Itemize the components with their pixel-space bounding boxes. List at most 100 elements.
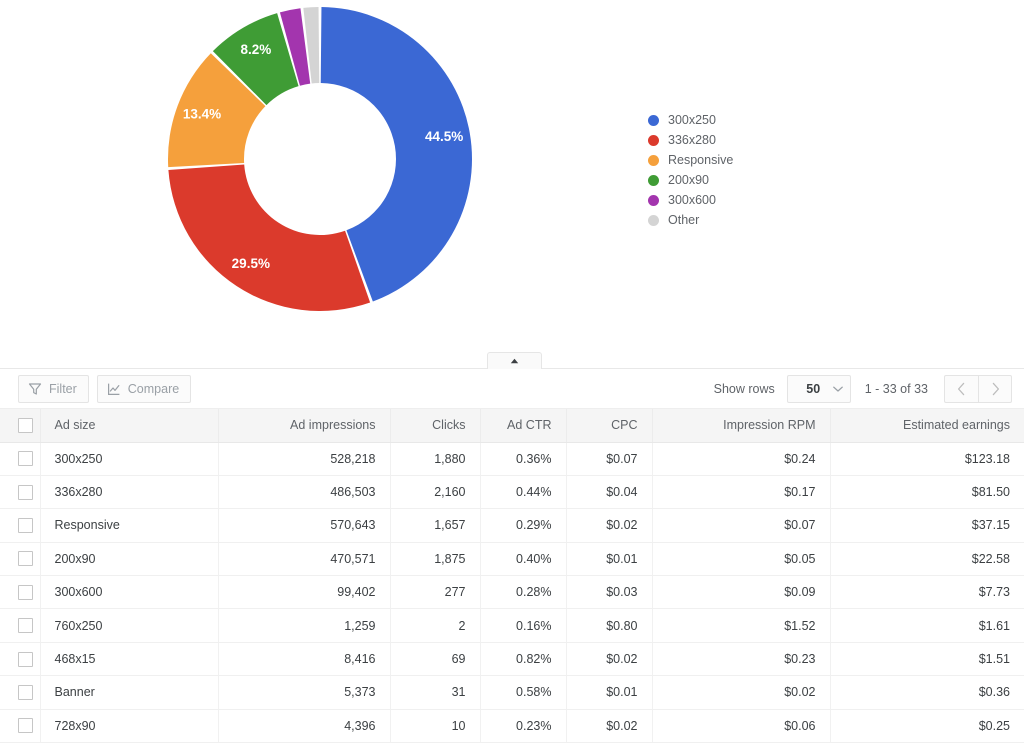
legend-item-2[interactable]: Responsive [648,150,733,170]
cell-ad-size: 300x600 [40,575,219,610]
row-checkbox[interactable] [18,451,33,467]
legend-item-4[interactable]: 300x600 [648,190,733,210]
cell-ad-impressions: 470,571 [218,542,391,577]
legend-color-swatch [648,214,659,226]
donut-chart-svg: 44.5% 29.5% 13.4% 8.2% [168,7,472,311]
table-row[interactable]: Banner 5,373 31 0.58% $0.01 $0.02 $0.36 [0,675,1024,710]
table-row[interactable]: Responsive 570,643 1,657 0.29% $0.02 $0.07 $37… [0,508,1024,543]
collapse-chart-tab[interactable] [487,352,542,369]
column-header-estimated-earnings[interactable]: Estimated earnings [830,409,1024,443]
chevron-down-icon [832,386,843,392]
cell-impression-rpm: $0.17 [652,475,831,510]
cell-cpc: $0.03 [566,575,653,610]
cell-ad-ctr: 0.16% [480,608,567,643]
table-header: Ad size Ad impressions Clicks Ad CTR CPC… [0,409,1024,443]
table-row[interactable]: 468x15 8,416 69 0.82% $0.02 $0.23 $1.51 [0,642,1024,677]
cell-estimated-earnings: $0.36 [830,675,1024,710]
legend-label: Other [668,213,700,227]
cell-ad-size: 760x250 [40,608,219,643]
cell-ad-impressions: 570,643 [218,508,391,543]
row-checkbox[interactable] [18,684,33,700]
cell-impression-rpm: $0.02 [652,675,831,710]
legend-label: 200x90 [668,173,710,187]
column-header-ad-size[interactable]: Ad size [40,409,219,443]
donut-slice-label: 13.4% [183,106,221,121]
table-row[interactable]: 200x90 470,571 1,875 0.40% $0.01 $0.05 $22.58 [0,542,1024,577]
cell-ad-impressions: 528,218 [218,442,391,476]
cell-clicks: 1,880 [390,442,481,476]
toolbar-left-group: Filter Compare [0,374,199,403]
row-checkbox[interactable] [18,584,33,600]
filter-button-label: Filter [49,381,77,396]
cell-ad-impressions: 486,503 [218,475,391,510]
compare-button[interactable]: Compare [96,374,192,403]
table-header-row: Ad size Ad impressions Clicks Ad CTR CPC… [0,409,1024,443]
report-table-panel: Filter Compare Show rows 50 1 - 33 of 33… [0,368,1024,745]
row-checkbox[interactable] [18,618,33,634]
cell-impression-rpm: $0.05 [652,542,831,577]
cell-clicks: 2 [390,608,481,643]
table-row[interactable]: 300x600 99,402 277 0.28% $0.03 $0.09 $7.73 [0,575,1024,610]
cell-ad-ctr: 0.44% [480,475,567,510]
table-row[interactable]: 300x250 528,218 1,880 0.36% $0.07 $0.24 $123.1… [0,442,1024,476]
row-select-cell [0,442,41,476]
cell-ad-ctr: 0.23% [480,709,567,744]
donut-slice[interactable] [168,164,371,311]
legend-label: 300x250 [668,113,716,127]
cell-impression-rpm: $0.07 [652,508,831,543]
legend-item-3[interactable]: 200x90 [648,170,733,190]
column-header-clicks[interactable]: Clicks [390,409,481,443]
toolbar-right-group: Show rows 50 1 - 33 of 33 [714,369,1012,409]
cell-clicks: 31 [390,675,481,710]
legend-item-1[interactable]: 336x280 [648,130,733,150]
cell-cpc: $0.02 [566,709,653,744]
rows-per-page-select[interactable]: 50 [786,375,851,403]
column-header-ad-impressions[interactable]: Ad impressions [218,409,391,443]
row-select-cell [0,508,41,543]
row-checkbox[interactable] [18,551,33,567]
select-all-checkbox[interactable] [18,417,33,433]
line-chart-icon [107,382,121,396]
show-rows-label: Show rows [713,382,775,396]
rows-per-page-value: 50 [806,382,821,396]
row-checkbox[interactable] [18,718,33,734]
table-toolbar: Filter Compare Show rows 50 1 - 33 of 33 [0,369,1024,409]
donut-chart[interactable]: 44.5% 29.5% 13.4% 8.2% [163,2,477,316]
cell-estimated-earnings: $1.61 [830,608,1024,643]
legend-label: Responsive [668,153,734,167]
table-row[interactable]: 760x250 1,259 2 0.16% $0.80 $1.52 $1.61 [0,608,1024,643]
legend-item-0[interactable]: 300x250 [648,110,733,130]
column-header-ad-ctr[interactable]: Ad CTR [480,409,567,443]
cell-clicks: 1,875 [390,542,481,577]
filter-button[interactable]: Filter [18,374,89,403]
cell-impression-rpm: $0.06 [652,709,831,744]
next-page-button[interactable] [978,375,1012,403]
cell-ad-impressions: 1,259 [218,608,391,643]
column-header-cpc[interactable]: CPC [566,409,653,443]
table-row[interactable]: 336x280 486,503 2,160 0.44% $0.04 $0.17 $81.50 [0,475,1024,510]
cell-ad-impressions: 8,416 [218,642,391,677]
cell-ad-size: 200x90 [40,542,219,577]
row-checkbox[interactable] [18,517,33,533]
chart-panel: 44.5% 29.5% 13.4% 8.2% 300x250 336x280 Resp… [0,0,1024,369]
legend-color-swatch [648,154,659,166]
previous-page-button[interactable] [944,375,978,403]
row-select-cell [0,475,41,510]
column-header-impression-rpm[interactable]: Impression RPM [652,409,831,443]
cell-ad-ctr: 0.40% [480,542,567,577]
table-row[interactable]: 728x90 4,396 10 0.23% $0.02 $0.06 $0.25 [0,709,1024,744]
report-table: Ad size Ad impressions Clicks Ad CTR CPC… [0,409,1024,744]
row-checkbox[interactable] [18,651,33,667]
cell-ad-ctr: 0.36% [480,442,567,476]
cell-ad-size: Banner [40,675,219,710]
table-body: 300x250 528,218 1,880 0.36% $0.07 $0.24 $123.1… [0,442,1024,744]
row-checkbox[interactable] [18,484,33,500]
legend-color-swatch [648,134,659,146]
chart-legend: 300x250 336x280 Responsive 200x90 300x60… [648,110,733,230]
cell-ad-impressions: 5,373 [218,675,391,710]
donut-slice-label: 44.5% [425,129,463,144]
cell-cpc: $0.01 [566,542,653,577]
donut-slices [168,7,472,311]
cell-cpc: $0.01 [566,675,653,710]
legend-item-5[interactable]: Other [648,210,733,230]
